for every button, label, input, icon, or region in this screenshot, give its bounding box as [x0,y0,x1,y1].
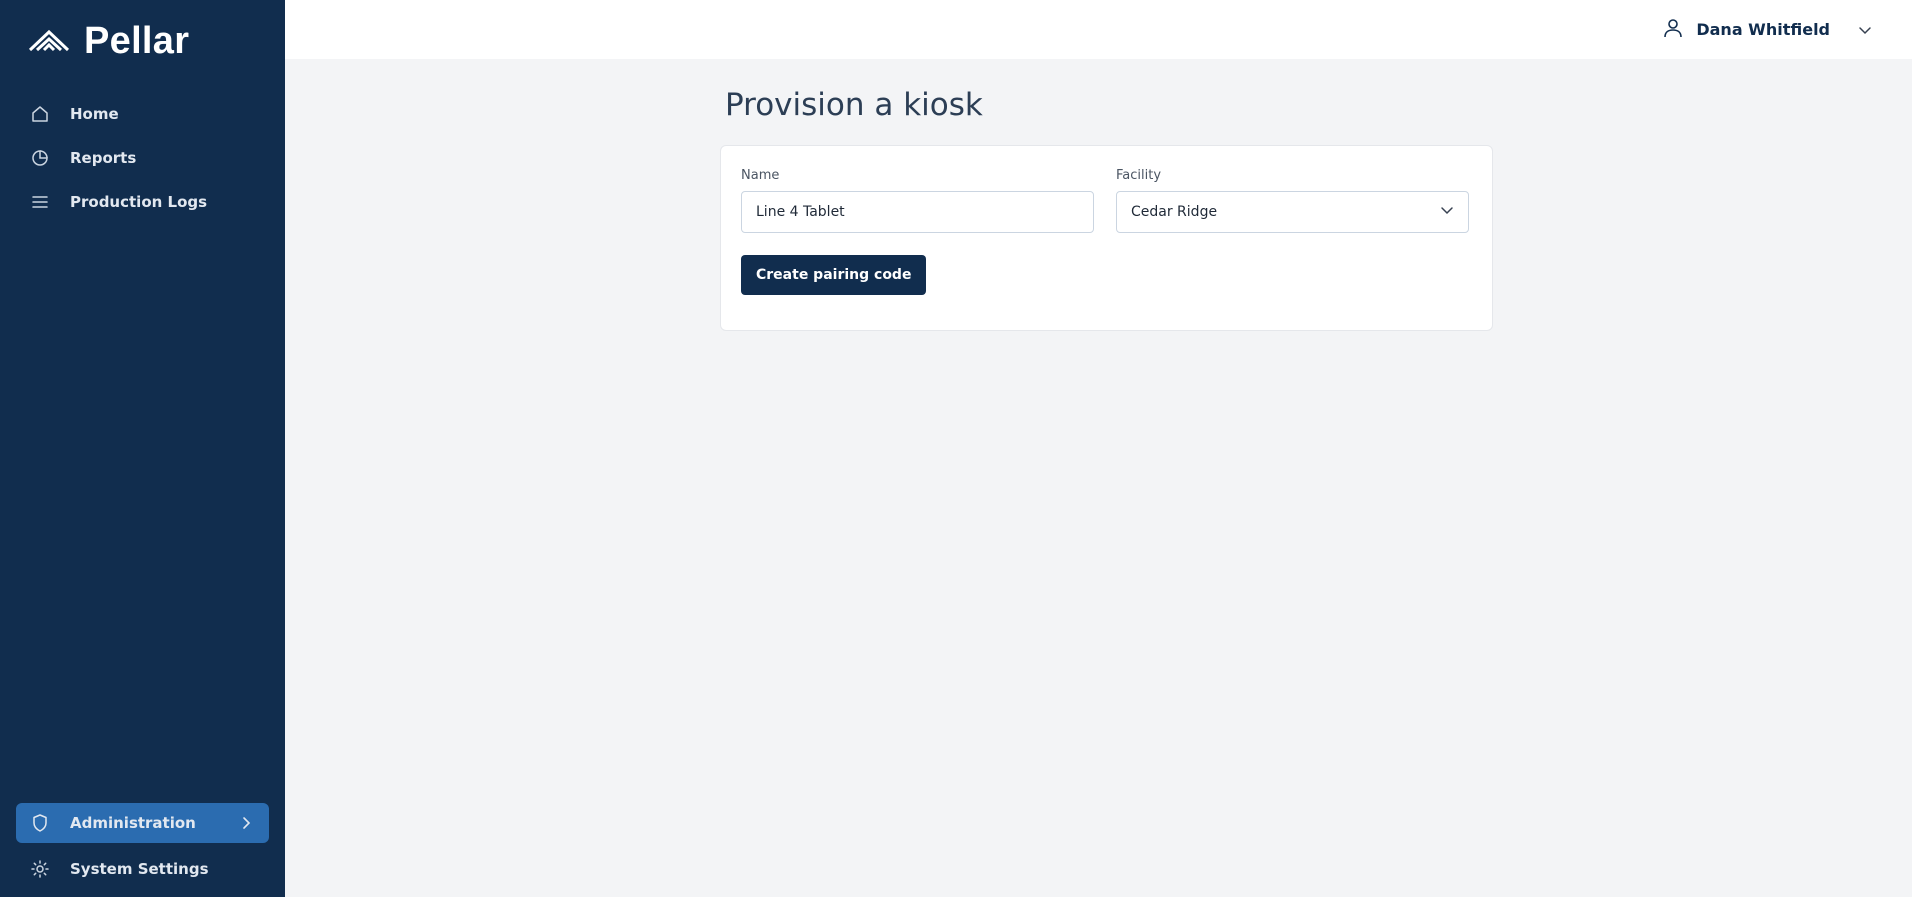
sidebar-item-production-logs[interactable]: Production Logs [0,180,285,224]
main-area: Dana Whitfield Provision a kiosk Name Li… [285,0,1912,897]
sidebar-bottom-nav: Administration System Settings [0,803,285,897]
chevron-down-icon [1440,203,1454,221]
page-title: Provision a kiosk [725,87,983,123]
provision-form-card: Name Line 4 Tablet Facility Cedar Ridge [720,145,1493,331]
sidebar-item-reports[interactable]: Reports [0,136,285,180]
name-input-value: Line 4 Tablet [756,204,845,220]
sidebar-nav: Home Reports Production Logs [0,92,285,224]
facility-field: Facility Cedar Ridge [1116,168,1469,233]
sidebar-item-label: Administration [70,814,196,832]
sidebar-item-label: System Settings [70,860,209,878]
app-shell: Pellar Home Reports Production Logs Admi… [0,0,1912,897]
user-name: Dana Whitfield [1696,20,1830,39]
create-pairing-code-button[interactable]: Create pairing code [741,255,927,295]
name-input[interactable]: Line 4 Tablet [741,191,1094,233]
sidebar: Pellar Home Reports Production Logs Admi… [0,0,285,897]
sidebar-item-home[interactable]: Home [0,92,285,136]
name-field: Name Line 4 Tablet [741,168,1094,233]
pellar-logo-icon [28,28,70,54]
page-content: Provision a kiosk Name Line 4 Tablet Fac… [285,59,1912,331]
user-menu[interactable]: Dana Whitfield [1662,17,1872,43]
brand[interactable]: Pellar [0,0,285,82]
sidebar-item-label: Reports [70,149,137,167]
sidebar-item-label: Home [70,105,119,123]
facility-select[interactable]: Cedar Ridge [1116,191,1469,233]
sidebar-item-label: Production Logs [70,193,208,211]
user-icon [1662,17,1684,43]
form-row: Name Line 4 Tablet Facility Cedar Ridge [741,168,1472,233]
top-bar: Dana Whitfield [285,0,1912,59]
pie-chart-icon [30,148,50,168]
chevron-down-icon [1858,23,1872,37]
facility-select-value: Cedar Ridge [1131,204,1218,220]
gear-icon [30,859,50,879]
sidebar-item-administration[interactable]: Administration [16,803,269,843]
name-label: Name [741,168,780,183]
list-icon [30,192,50,212]
brand-name: Pellar [84,19,190,62]
facility-label: Facility [1116,168,1162,183]
chevron-right-icon [239,816,253,830]
sidebar-item-system-settings[interactable]: System Settings [0,847,285,891]
shield-icon [30,813,50,833]
home-icon [30,104,50,124]
